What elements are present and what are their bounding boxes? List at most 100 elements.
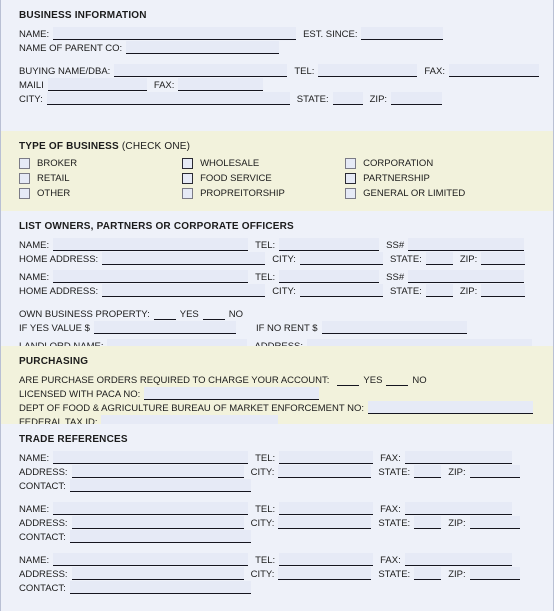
input-ref3-state[interactable] bbox=[414, 567, 442, 580]
input-mailing-fax[interactable] bbox=[178, 78, 264, 91]
input-ref2-contact[interactable] bbox=[69, 530, 251, 543]
input-ref3-city[interactable] bbox=[278, 567, 372, 580]
input-ref3-contact[interactable] bbox=[69, 581, 251, 594]
input-owner1-ss[interactable] bbox=[408, 238, 525, 251]
input-parent-co[interactable] bbox=[126, 41, 280, 54]
section-list-owners: LIST OWNERS, PARTNERS OR CORPORATE OFFIC… bbox=[1, 211, 553, 352]
label-po-required: ARE PURCHASE ORDERS REQUIRED TO CHARGE Y… bbox=[19, 375, 330, 386]
checkbox-icon-retail[interactable] bbox=[19, 173, 30, 184]
input-ref2-tel[interactable] bbox=[279, 502, 374, 515]
input-po-no[interactable] bbox=[386, 373, 409, 386]
input-ref1-state[interactable] bbox=[414, 465, 442, 478]
input-owner1-tel[interactable] bbox=[279, 238, 380, 251]
checkbox-item-partnership[interactable]: PARTNERSHIP bbox=[345, 172, 537, 185]
label-parent-co: NAME OF PARENT CO: bbox=[19, 43, 123, 54]
checkbox-icon-food-service[interactable] bbox=[182, 173, 194, 184]
checkbox-icon-wholesale[interactable] bbox=[182, 158, 194, 169]
input-buying-name-dba[interactable] bbox=[114, 64, 288, 77]
input-dept-food-no[interactable] bbox=[368, 401, 534, 414]
input-ref3-fax[interactable] bbox=[404, 553, 512, 566]
input-ref3-tel[interactable] bbox=[279, 553, 374, 566]
input-ref3-name[interactable] bbox=[53, 553, 249, 566]
row-dept-food: DEPT OF FOOD & AGRICULTURE BUREAU OF MAR… bbox=[19, 400, 537, 414]
input-fax[interactable] bbox=[448, 64, 539, 77]
label-owner1-tel: TEL: bbox=[255, 240, 276, 251]
label-dept-food: DEPT OF FOOD & AGRICULTURE BUREAU OF MAR… bbox=[19, 403, 365, 414]
label-own-property-yes: YES bbox=[179, 309, 199, 320]
checkbox-icon-other[interactable] bbox=[19, 188, 30, 199]
section-title-purchasing: PURCHASING bbox=[19, 356, 89, 367]
input-owner1-home-address[interactable] bbox=[102, 252, 266, 265]
input-owner2-home-address[interactable] bbox=[102, 284, 266, 297]
input-owner1-zip[interactable] bbox=[481, 252, 526, 265]
section-type-of-business: TYPE OF BUSINESS (CHECK ONE) BROKER RETA… bbox=[1, 131, 553, 211]
input-owner2-tel[interactable] bbox=[279, 270, 380, 283]
input-ref1-address[interactable] bbox=[71, 465, 244, 478]
input-property-value[interactable] bbox=[93, 321, 236, 334]
label-owner2-city: CITY: bbox=[272, 286, 296, 297]
input-ref1-tel[interactable] bbox=[279, 451, 374, 464]
checkbox-item-propreitorship[interactable]: PROPREITORSHIP bbox=[182, 187, 345, 200]
input-ref2-zip[interactable] bbox=[469, 516, 520, 529]
input-owner2-ss[interactable] bbox=[408, 270, 525, 283]
checkbox-item-other[interactable]: OTHER bbox=[19, 187, 182, 200]
input-mailing-address[interactable] bbox=[47, 78, 147, 91]
input-business-name[interactable] bbox=[53, 27, 297, 40]
input-ref1-contact[interactable] bbox=[69, 479, 251, 492]
input-ref1-fax[interactable] bbox=[404, 451, 512, 464]
input-ref1-city[interactable] bbox=[278, 465, 372, 478]
input-owner2-city[interactable] bbox=[299, 284, 383, 297]
input-owner2-name[interactable] bbox=[53, 270, 249, 283]
row-ref1-address: ADDRESS: CITY: STATE: ZIP: bbox=[19, 464, 537, 478]
input-owner2-zip[interactable] bbox=[481, 284, 526, 297]
input-ref1-name[interactable] bbox=[53, 451, 249, 464]
section-purchasing: PURCHASING ARE PURCHASE ORDERS REQUIRED … bbox=[1, 346, 553, 428]
checkbox-icon-partnership[interactable] bbox=[345, 173, 357, 184]
input-ref2-city[interactable] bbox=[278, 516, 372, 529]
label-owner2-ss: SS# bbox=[386, 272, 405, 283]
checkbox-item-broker[interactable]: BROKER bbox=[19, 157, 182, 170]
label-ref2-address: ADDRESS: bbox=[19, 518, 68, 529]
input-po-yes[interactable] bbox=[337, 373, 360, 386]
label-ref3-address: ADDRESS: bbox=[19, 569, 68, 580]
checkbox-icon-corporation[interactable] bbox=[345, 158, 357, 169]
section-trade-references: TRADE REFERENCES NAME: TEL: FAX: ADDRESS… bbox=[1, 424, 553, 611]
checkbox-icon-general-or-limited[interactable] bbox=[345, 188, 357, 199]
label-owner1-city: CITY: bbox=[272, 254, 296, 265]
checkbox-item-wholesale[interactable]: WHOLESALE bbox=[182, 157, 345, 170]
label-owner2-zip: ZIP: bbox=[459, 286, 478, 297]
input-owner1-name[interactable] bbox=[53, 238, 249, 251]
label-if-no-rent: IF NO RENT $ bbox=[255, 323, 318, 334]
input-ref3-zip[interactable] bbox=[469, 567, 520, 580]
input-owner2-state[interactable] bbox=[425, 284, 453, 297]
input-ref2-address[interactable] bbox=[71, 516, 244, 529]
input-tel[interactable] bbox=[318, 64, 418, 77]
input-own-property-yes[interactable] bbox=[153, 307, 176, 320]
input-owner1-state[interactable] bbox=[425, 252, 453, 265]
input-property-rent[interactable] bbox=[321, 321, 467, 334]
checkbox-icon-broker[interactable] bbox=[19, 158, 30, 169]
input-paca-no[interactable] bbox=[144, 387, 320, 400]
input-est-since[interactable] bbox=[361, 27, 444, 40]
input-ref1-zip[interactable] bbox=[469, 465, 520, 478]
checkbox-label-retail: RETAIL bbox=[37, 173, 70, 184]
input-zip[interactable] bbox=[391, 92, 443, 105]
label-ref3-zip: ZIP: bbox=[448, 569, 466, 580]
checkbox-item-food-service[interactable]: FOOD SERVICE bbox=[182, 172, 345, 185]
input-ref2-name[interactable] bbox=[53, 502, 249, 515]
input-own-property-no[interactable] bbox=[202, 307, 225, 320]
checkbox-item-corporation[interactable]: CORPORATION bbox=[345, 157, 537, 170]
section-title-business-information: BUSINESS INFORMATION bbox=[19, 10, 147, 21]
checkbox-item-retail[interactable]: RETAIL bbox=[19, 172, 182, 185]
input-ref3-address[interactable] bbox=[71, 567, 244, 580]
input-ref2-fax[interactable] bbox=[404, 502, 512, 515]
input-owner1-city[interactable] bbox=[299, 252, 383, 265]
input-city[interactable] bbox=[46, 92, 290, 105]
checkbox-item-general-or-limited[interactable]: GENERAL OR LIMITED bbox=[345, 187, 537, 200]
label-city: CITY: bbox=[19, 94, 43, 105]
input-state[interactable] bbox=[332, 92, 363, 105]
input-ref2-state[interactable] bbox=[414, 516, 442, 529]
form-page: BUSINESS INFORMATION NAME: EST. SINCE: N… bbox=[0, 0, 554, 611]
row-own-business-property: OWN BUSINESS PROPERTY: YES NO bbox=[19, 306, 537, 320]
checkbox-icon-propreitorship[interactable] bbox=[182, 188, 194, 199]
